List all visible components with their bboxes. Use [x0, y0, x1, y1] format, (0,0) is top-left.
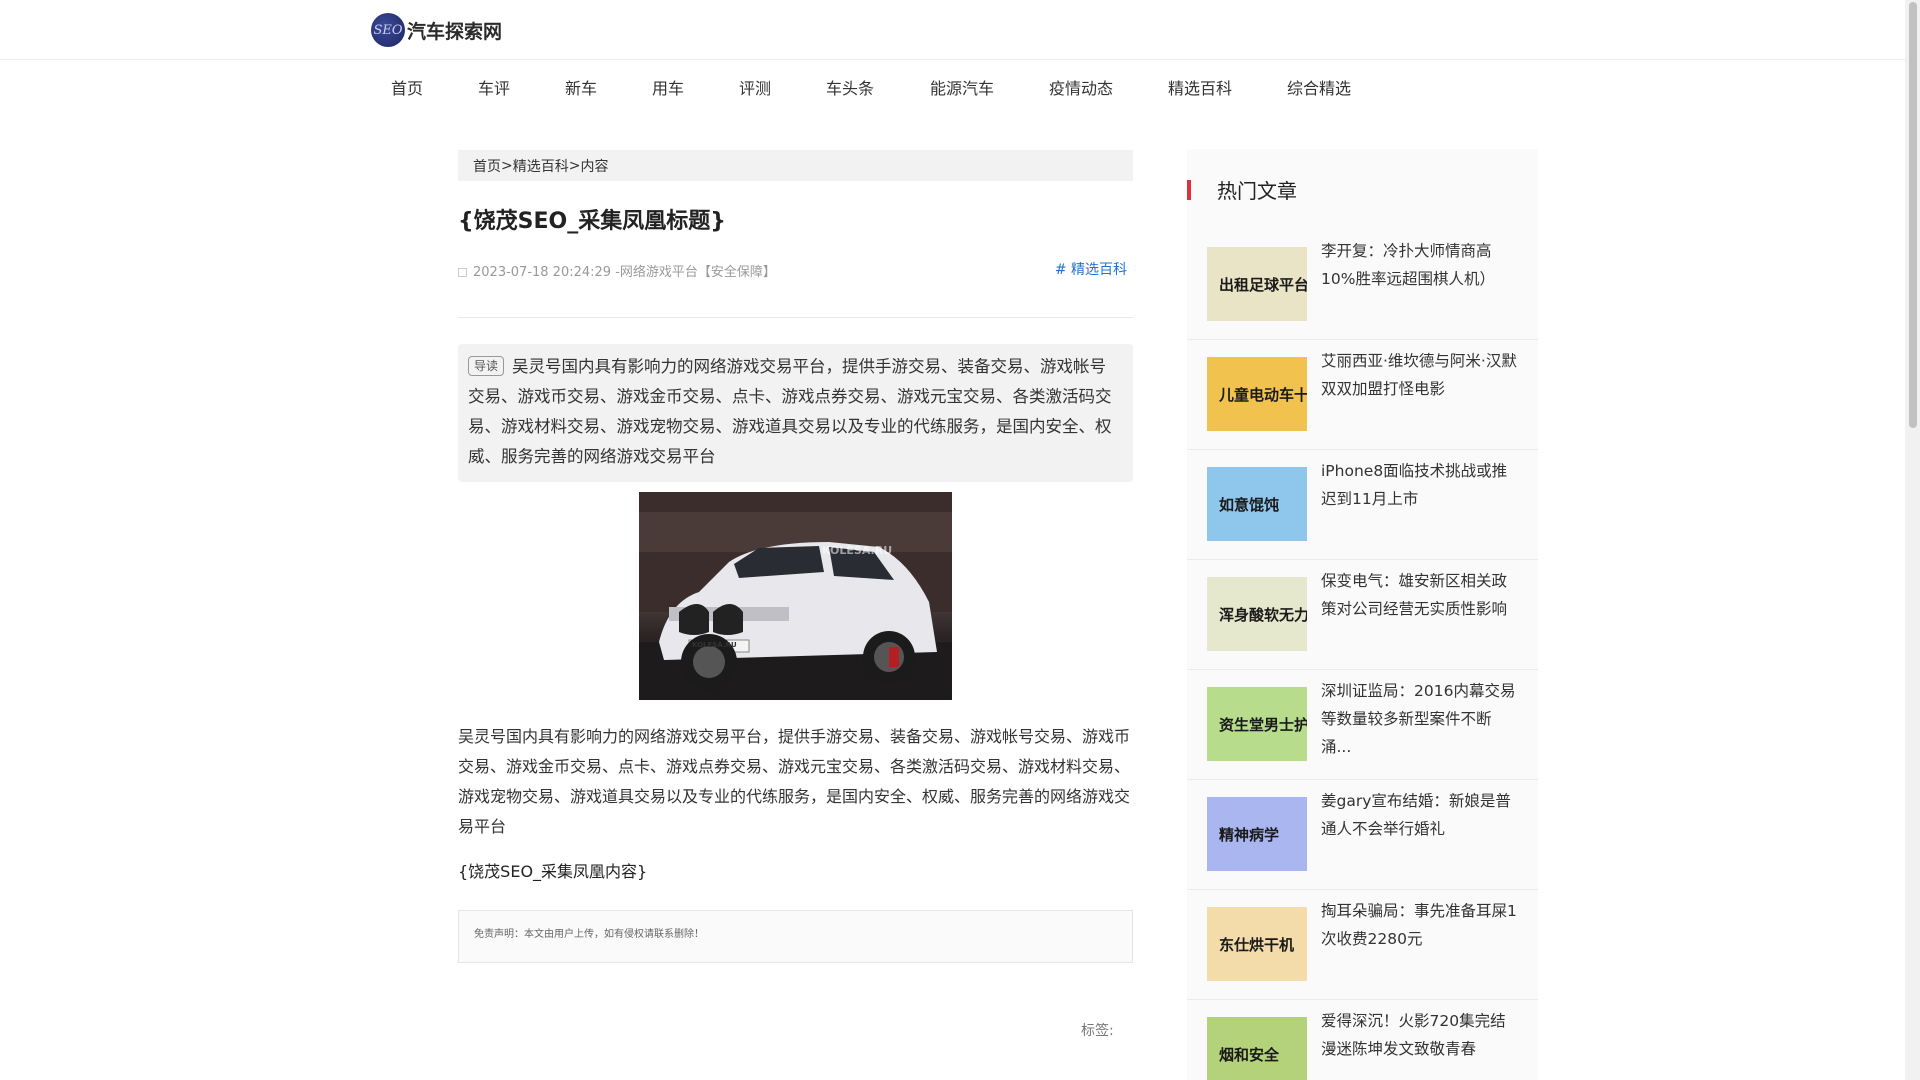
hot-article-title[interactable]: 艾丽西亚·维坎德与阿米·汉默双双加盟打怪电影	[1321, 347, 1520, 431]
breadcrumb-current: 内容	[580, 158, 609, 175]
hot-article-title[interactable]: 爱得深沉！火影720集完结漫迷陈坤发文致敬青春	[1321, 1007, 1520, 1080]
lead-text: 吴灵号国内具有影响力的网络游戏交易平台，提供手游交易、装备交易、游戏帐号交易、游…	[468, 357, 1112, 467]
thumbnail-caption: 精神病学	[1219, 825, 1280, 844]
hot-article-item[interactable]: 浑身酸软无力 发冷怎么回事保变电气：雄安新区相关政策对公司经营无实质性影响	[1187, 560, 1538, 670]
nav-item-new-car[interactable]: 新车	[565, 75, 652, 99]
breadcrumb-separator: >	[501, 157, 513, 174]
hot-articles-list: 出租足球平台李开复：冷扑大师情商高10%胜率远超围棋人机）儿童电动车十 车品牌排…	[1187, 230, 1538, 1080]
disclaimer-box: 免责声明：本文由用户上传，如有侵权请联系删除！	[458, 910, 1133, 964]
hot-article-item[interactable]: 烟和安全 爱得深沉！火影720集完结漫迷陈坤发文致敬青春	[1187, 1000, 1538, 1080]
article-car-image: KOLESA.RU KOLESA.RU	[639, 492, 952, 701]
nav-item-energy-cars[interactable]: 能源汽车	[930, 75, 1049, 99]
thumbnail-caption: 资生堂男士护肤品 样）	[1219, 715, 1307, 734]
thumbnail-caption: 烟和安全	[1219, 1045, 1280, 1064]
category-tag-link[interactable]: # 精选百科	[1055, 259, 1127, 279]
site-header: SEO 汽车探索网	[0, 0, 1905, 60]
breadcrumb-category[interactable]: 精选百科	[513, 156, 569, 176]
hot-article-item[interactable]: 儿童电动车十 车品牌排行榜艾丽西亚·维坎德与阿米·汉默双双加盟打怪电影	[1187, 340, 1538, 450]
article-column: 首页 > 精选百科 > 内容 {饶茂SEO_采集凤凰标题} 2023-07-18…	[458, 150, 1133, 964]
breadcrumb-home[interactable]: 首页	[473, 156, 501, 176]
hot-article-thumbnail[interactable]: 儿童电动车十 车品牌排行榜	[1207, 357, 1307, 431]
hot-article-title[interactable]: iPhone8面临技术挑战或推迟到11月上市	[1321, 457, 1520, 541]
car-illustration	[639, 492, 952, 701]
hot-article-thumbnail[interactable]: 浑身酸软无力 发冷怎么回事	[1207, 577, 1307, 651]
main-nav: 首页 车评 新车 用车 评测 车头条 能源汽车 疫情动态 精选百科 综合精选	[391, 60, 1387, 114]
hot-article-item[interactable]: 如意馄饨 iPhone8面临技术挑战或推迟到11月上市	[1187, 450, 1538, 560]
lead-badge: 导读	[468, 356, 505, 377]
hot-article-title[interactable]: 李开复：冷扑大师情商高10%胜率远超围棋人机）	[1321, 237, 1520, 321]
clock-icon	[458, 268, 467, 278]
nav-item-headlines[interactable]: 车头条	[826, 75, 930, 99]
article-body-template: {饶茂SEO_采集凤凰内容}	[458, 862, 648, 882]
hot-article-title[interactable]: 掏耳朵骗局：事先准备耳屎1次收费2280元	[1321, 897, 1520, 981]
thumbnail-caption: 儿童电动车十 车品牌排行榜	[1219, 385, 1307, 404]
hot-article-thumbnail[interactable]: 东仕烘干机	[1207, 907, 1307, 981]
hot-article-thumbnail[interactable]: 精神病学	[1207, 797, 1307, 871]
nav-item-car-use[interactable]: 用车	[652, 75, 739, 99]
plate-text: KOLESA.RU	[692, 641, 737, 650]
scrollbar-thumb[interactable]	[1909, 2, 1917, 428]
hot-article-item[interactable]: 资生堂男士护肤品 样） 深圳证监局：2016内幕交易等数量较多新型案件不断涌...	[1187, 670, 1538, 780]
breadcrumb: 首页 > 精选百科 > 内容	[458, 150, 1133, 181]
nav-item-review[interactable]: 车评	[478, 75, 565, 99]
nav-item-test[interactable]: 评测	[739, 75, 826, 99]
breadcrumb-separator: >	[568, 157, 581, 174]
hot-article-item[interactable]: 东仕烘干机 掏耳朵骗局：事先准备耳屎1次收费2280元	[1187, 890, 1538, 1000]
logo-text: 汽车探索网	[407, 20, 503, 43]
thumbnail-caption: 如意馄饨	[1219, 495, 1280, 514]
nav-item-encyclopedia[interactable]: 精选百科	[1168, 75, 1287, 99]
article-lead: 导读 吴灵号国内具有影响力的网络游戏交易平台，提供手游交易、装备交易、游戏帐号交易…	[458, 344, 1133, 483]
hot-articles-sidebar: 热门文章 出租足球平台 李开复：冷扑大师情商高10%胜率远超围棋人机） 儿童电动车十…	[1187, 149, 1538, 1080]
nav-item-selection[interactable]: 综合精选	[1287, 75, 1387, 99]
hot-article-title[interactable]: 姜gary宣布结婚：新娘是普通人不会举行婚礼	[1321, 787, 1520, 871]
thumbnail-caption: 东仕烘干机	[1219, 935, 1295, 954]
sidebar-title: 热门文章	[1187, 149, 1538, 230]
article-date-source: 2023-07-18 20:24:29 -网络游戏平台【安全保障】	[473, 265, 776, 281]
article-body: 吴灵号国内具有影响力的网络游戏交易平台，提供手游交易、装备交易、游戏帐号交易、游…	[458, 727, 1131, 837]
site-logo[interactable]: SEO 汽车探索网	[371, 12, 502, 48]
thumbnail-caption: 浑身酸软无力 发冷怎么回事	[1219, 605, 1307, 624]
hot-article-thumbnail[interactable]: 如意馄饨	[1207, 467, 1307, 541]
article-title: {饶茂SEO_采集凤凰标题}	[458, 209, 726, 234]
thumbnail-caption: 出租足球平台	[1219, 275, 1307, 294]
nav-item-epidemic[interactable]: 疫情动态	[1049, 75, 1168, 99]
image-watermark: KOLESA.RU	[822, 544, 893, 558]
hot-article-thumbnail[interactable]: 烟和安全	[1207, 1017, 1307, 1080]
hot-article-title[interactable]: 保变电气：雄安新区相关政策对公司经营无实质性影响	[1321, 567, 1520, 651]
hot-article-thumbnail[interactable]: 资生堂男士护肤品 样）	[1207, 687, 1307, 761]
hot-article-item[interactable]: 出租足球平台 李开复：冷扑大师情商高10%胜率远超围棋人机）	[1187, 230, 1538, 340]
hot-article-thumbnail[interactable]: 出租足球平台	[1207, 247, 1307, 321]
tags-label: 标签:	[1081, 1023, 1114, 1039]
logo-mark-icon: SEO	[371, 13, 405, 47]
page-scrollbar[interactable]	[1905, 0, 1920, 1080]
hot-article-title[interactable]: 深圳证监局：2016内幕交易等数量较多新型案件不断涌...	[1321, 677, 1520, 761]
hot-article-item[interactable]: 精神病学 姜gary宣布结婚：新娘是普通人不会举行婚礼	[1187, 780, 1538, 890]
nav-item-home[interactable]: 首页	[391, 75, 478, 99]
article-meta: 2023-07-18 20:24:29 -网络游戏平台【安全保障】 # 精选百科	[458, 259, 1133, 319]
disclaimer-text: 免责声明：本文由用户上传，如有侵权请联系删除！	[474, 929, 704, 941]
